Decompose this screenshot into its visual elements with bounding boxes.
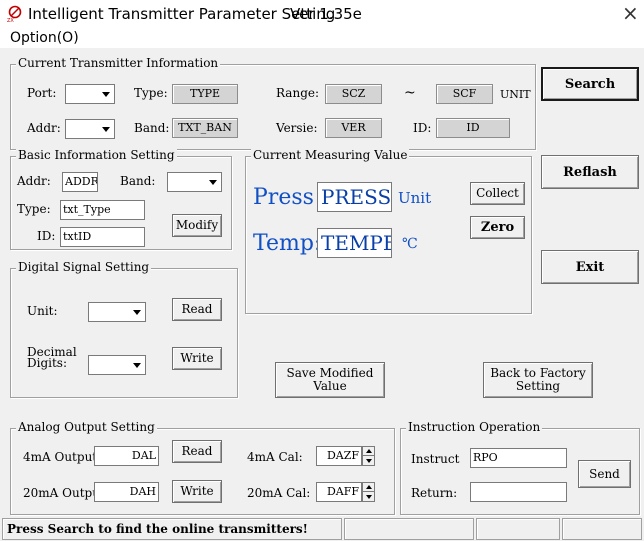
title-bar: ZX Intelligent Transmitter Parameter Set… [0, 0, 644, 28]
temperature-unit: ℃ [402, 236, 418, 252]
send-button[interactable]: Send [578, 460, 631, 488]
zero-button[interactable]: Zero [470, 216, 525, 239]
range-label: Range: [276, 86, 320, 100]
current-info-title: Current Transmitter Information [16, 56, 221, 70]
out4-input[interactable]: DAL [94, 446, 159, 466]
addr-select[interactable] [65, 119, 115, 139]
digital-write-button[interactable]: Write [172, 347, 222, 370]
search-button[interactable]: Search [541, 67, 639, 101]
menu-bar: Option(O) [0, 28, 644, 48]
range-separator: ~ [404, 85, 416, 101]
instruct-label: Instruct [411, 452, 460, 466]
digital-title: Digital Signal Setting [16, 260, 152, 274]
chevron-up-icon[interactable] [363, 447, 374, 456]
chevron-down-icon[interactable] [363, 456, 374, 465]
out20-label: 20mA Output [23, 486, 105, 500]
status-message: Press Search to find the online transmit… [2, 518, 342, 540]
chevron-down-icon [128, 356, 145, 374]
out4-label: 4mA Output: [23, 450, 102, 464]
chevron-up-icon[interactable] [363, 483, 374, 492]
cal20-input[interactable]: DAFF [316, 482, 362, 502]
chevron-down-icon [97, 120, 114, 138]
type-display: TYPE [172, 84, 238, 104]
id-display: ID [436, 118, 510, 138]
status-panel-3 [476, 518, 560, 540]
pressure-label: Press [253, 185, 314, 210]
measuring-title: Current Measuring Value [251, 148, 410, 162]
basic-addr-label: Addr: [17, 174, 51, 188]
reflash-button[interactable]: Reflash [541, 155, 639, 189]
save-modified-button[interactable]: Save Modified Value [275, 362, 385, 398]
decimal-label-line2: Digits: [27, 356, 68, 370]
modify-button[interactable]: Modify [172, 214, 222, 237]
pressure-value: PRESSURE [317, 182, 392, 212]
band-display: TXT_BAN [172, 118, 238, 138]
app-logo-icon: ZX [7, 5, 22, 23]
basic-band-select[interactable] [167, 172, 222, 192]
cal20-label: 20mA Cal: [247, 486, 311, 500]
save-modified-label-2: Value [313, 379, 347, 393]
basic-id-label: ID: [37, 229, 56, 243]
cal4-label: 4mA Cal: [247, 450, 303, 464]
temperature-label: Temp: [253, 231, 322, 256]
cal4-spinner[interactable] [362, 446, 375, 466]
cal20-spinner[interactable] [362, 482, 375, 502]
digital-read-button[interactable]: Read [172, 298, 222, 321]
basic-band-label: Band: [120, 174, 156, 188]
instruction-title: Instruction Operation [406, 420, 543, 434]
chevron-down-icon [97, 85, 114, 103]
status-bar: Press Search to find the online transmit… [0, 516, 644, 541]
factory-reset-label-2: Setting [515, 379, 561, 393]
svg-text:ZX: ZX [7, 18, 14, 23]
factory-reset-button[interactable]: Back to Factory Setting [483, 362, 593, 398]
chevron-down-icon [128, 303, 145, 321]
chevron-down-icon [204, 173, 221, 191]
exit-button[interactable]: Exit [541, 250, 639, 284]
cal4-input[interactable]: DAZF [316, 446, 362, 466]
id-label: ID: [413, 121, 432, 135]
digital-unit-select[interactable] [88, 302, 146, 322]
basic-info-title: Basic Information Setting [16, 148, 177, 162]
temperature-value: TEMPERAT [317, 228, 392, 258]
range-low-display: SCZ [325, 84, 382, 104]
status-panel-2 [344, 518, 474, 540]
port-label: Port: [27, 86, 57, 100]
basic-addr-input[interactable]: ADDR [62, 172, 98, 192]
return-input[interactable] [470, 482, 567, 502]
analog-title: Analog Output Setting [16, 420, 157, 434]
basic-type-input[interactable]: txt_Type [60, 200, 145, 220]
analog-write-button[interactable]: Write [172, 480, 222, 503]
digital-group: Digital Signal Setting [10, 260, 238, 398]
version-display: VER [325, 118, 382, 138]
pressure-unit: Unit [398, 189, 432, 207]
digital-unit-label: Unit: [27, 304, 58, 318]
close-button[interactable]: × [622, 2, 639, 24]
basic-type-label: Type: [17, 202, 51, 216]
out20-input[interactable]: DAH [94, 482, 159, 502]
version-label: Versie: [276, 121, 318, 135]
status-panel-4 [562, 518, 642, 540]
collect-button[interactable]: Collect [470, 182, 525, 205]
port-select[interactable] [65, 84, 115, 104]
return-label: Return: [411, 486, 458, 500]
type-label: Type: [134, 86, 168, 100]
analog-read-button[interactable]: Read [172, 440, 222, 463]
band-label: Band: [134, 121, 170, 135]
chevron-down-icon[interactable] [363, 492, 374, 501]
menu-option[interactable]: Option(O) [10, 30, 79, 46]
basic-id-input[interactable]: txtID [60, 227, 145, 247]
decimal-digits-select[interactable] [88, 355, 146, 375]
window-version: Ver 1.35e [290, 5, 362, 23]
range-high-display: SCF [436, 84, 493, 104]
addr-label: Addr: [27, 121, 61, 135]
unit-display: UNIT [500, 88, 531, 101]
instruct-input[interactable]: RPO [470, 448, 567, 468]
